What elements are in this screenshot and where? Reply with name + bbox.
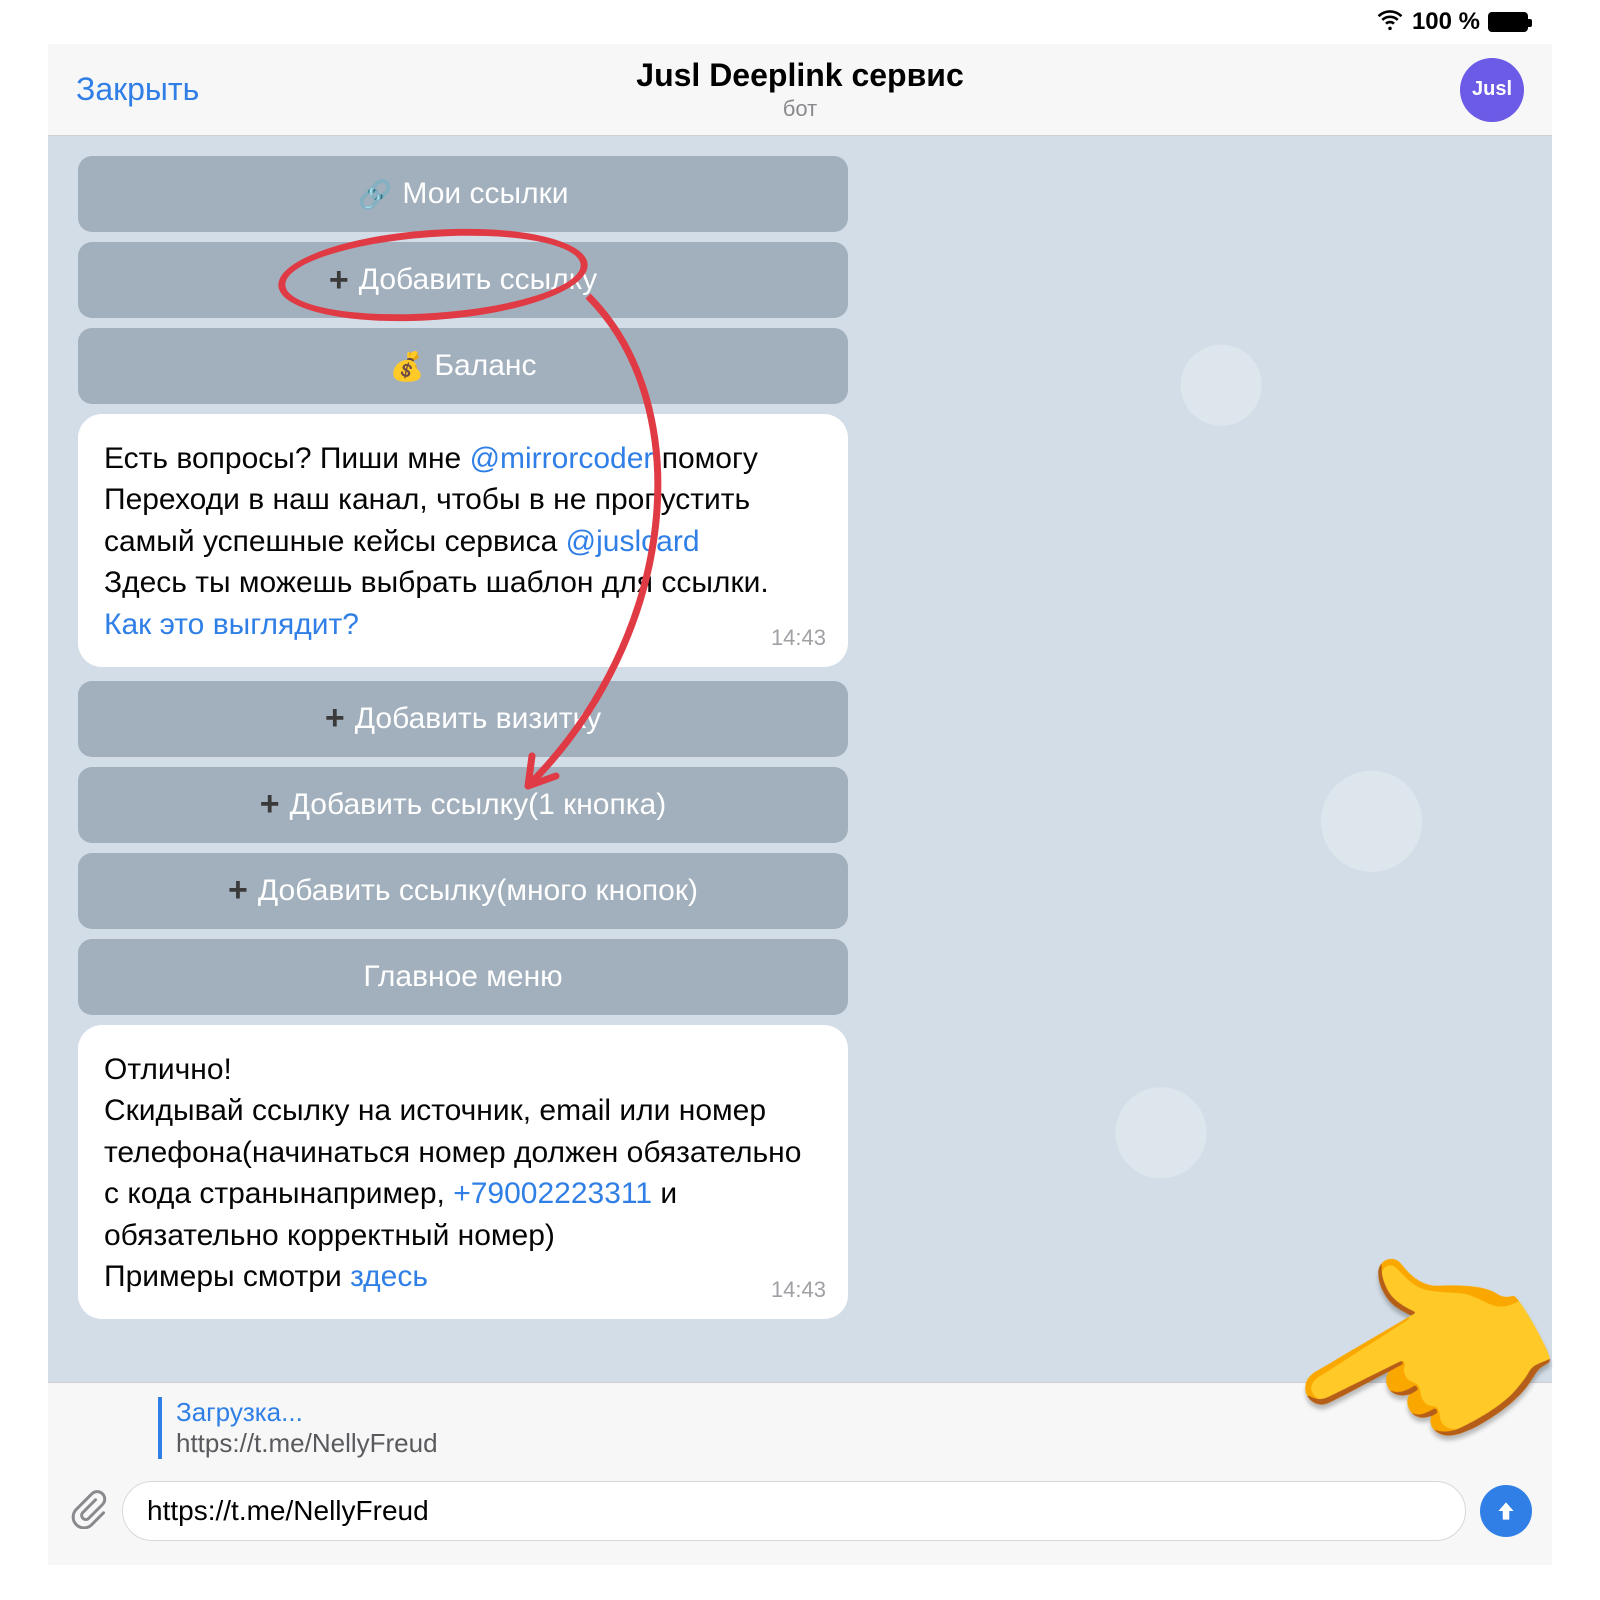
chat-scroll-area[interactable]: 🔗 Мои ссылки + Добавить ссылку 💰 Баланс … — [48, 136, 1552, 1382]
chat-title: Jusl Deeplink сервис — [636, 57, 963, 94]
chat-header: Закрыть Jusl Deeplink сервис бот Jusl — [48, 44, 1552, 136]
kb-main-menu[interactable]: Главное меню — [78, 939, 848, 1015]
plus-icon: + — [325, 699, 345, 738]
plus-icon: + — [260, 785, 280, 824]
kb-my-links[interactable]: 🔗 Мои ссылки — [78, 156, 848, 232]
reply-title: Загрузка... — [176, 1397, 1524, 1428]
text-link[interactable]: здесь — [350, 1260, 428, 1293]
plus-icon: + — [329, 261, 349, 300]
kb-label: Мои ссылки — [402, 177, 568, 211]
battery-percent: 100 % — [1412, 8, 1480, 36]
avatar-label: Jusl — [1472, 78, 1512, 101]
message-time: 14:43 — [771, 1275, 826, 1305]
message-bubble: Есть вопросы? Пиши мне @mirrorcoder помо… — [78, 414, 848, 667]
kb-add-card[interactable]: + Добавить визитку — [78, 681, 848, 757]
battery-icon — [1488, 12, 1528, 32]
reply-preview[interactable]: Загрузка... https://t.me/NellyFreud — [48, 1382, 1552, 1469]
text-link[interactable]: Как это выглядит? — [104, 608, 359, 641]
reply-text: https://t.me/NellyFreud — [176, 1428, 1524, 1459]
message-time: 14:43 — [771, 623, 826, 653]
wifi-icon — [1376, 5, 1404, 40]
chat-subtitle: бот — [636, 96, 963, 122]
kb-label: Баланс — [434, 349, 536, 383]
mention-link[interactable]: @mirrorcoder — [470, 442, 654, 475]
kb-label: Добавить ссылку(много кнопок) — [258, 874, 698, 908]
kb-label: Главное меню — [363, 960, 562, 994]
attach-button[interactable] — [68, 1489, 108, 1534]
kb-add-link[interactable]: + Добавить ссылку — [78, 242, 848, 318]
status-bar: 100 % — [48, 0, 1552, 44]
kb-balance[interactable]: 💰 Баланс — [78, 328, 848, 404]
mention-link[interactable]: @juslcard — [566, 525, 700, 558]
message-input[interactable] — [122, 1481, 1466, 1541]
kb-add-link-many[interactable]: + Добавить ссылку(много кнопок) — [78, 853, 848, 929]
kb-label: Добавить ссылку — [359, 263, 597, 297]
link-icon: 🔗 — [358, 178, 393, 211]
close-button[interactable]: Закрыть — [76, 71, 199, 108]
phone-link[interactable]: +79002223311 — [453, 1177, 652, 1210]
kb-label: Добавить визитку — [355, 702, 601, 736]
input-bar — [48, 1469, 1552, 1565]
kb-label: Добавить ссылку(1 кнопка) — [290, 788, 667, 822]
message-bubble: Отлично! Скидывай ссылку на источник, em… — [78, 1025, 848, 1319]
plus-icon: + — [228, 871, 248, 910]
kb-add-link-one[interactable]: + Добавить ссылку(1 кнопка) — [78, 767, 848, 843]
avatar[interactable]: Jusl — [1460, 58, 1524, 122]
moneybag-icon: 💰 — [389, 350, 424, 383]
send-button[interactable] — [1480, 1485, 1532, 1537]
